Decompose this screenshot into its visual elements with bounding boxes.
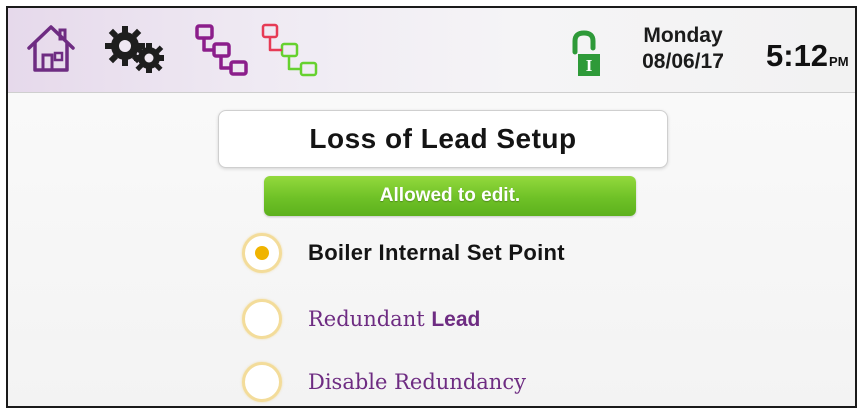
option-label: Redundant Lead bbox=[308, 307, 480, 332]
option-label-part: Lead bbox=[431, 307, 481, 331]
home-icon[interactable] bbox=[26, 22, 76, 74]
network-icon[interactable] bbox=[194, 22, 252, 78]
ampm-label: PM bbox=[829, 54, 849, 69]
clock: 5:12PM bbox=[766, 38, 849, 74]
radio-dot bbox=[255, 246, 269, 260]
option-label: Disable Redundancy bbox=[308, 370, 526, 394]
top-bar: I Monday 08/06/17 5:12PM bbox=[8, 8, 855, 93]
day-label: Monday bbox=[643, 24, 723, 47]
edit-status-banner: Allowed to edit. bbox=[264, 176, 636, 216]
screen-frame: I Monday 08/06/17 5:12PM Loss of Lead Se… bbox=[6, 6, 857, 408]
gear-icon[interactable] bbox=[105, 24, 183, 74]
page-title: Loss of Lead Setup bbox=[218, 110, 668, 168]
network-icon[interactable] bbox=[260, 22, 322, 80]
option-label: Boiler Internal Set Point bbox=[308, 240, 565, 265]
date-display: Monday 08/06/17 bbox=[628, 24, 738, 74]
option-boiler-internal-set-point[interactable]: Boiler Internal Set Point bbox=[242, 230, 565, 276]
option-disable-redundancy[interactable]: Disable Redundancy bbox=[242, 359, 526, 405]
lock-badge: I bbox=[586, 56, 593, 75]
radio-button[interactable] bbox=[242, 362, 282, 402]
radio-button-selected[interactable] bbox=[242, 233, 282, 273]
date-label: 08/06/17 bbox=[642, 50, 724, 73]
lock-icon[interactable]: I bbox=[568, 30, 602, 78]
option-redundant-lead[interactable]: Redundant Lead bbox=[242, 296, 480, 342]
option-label-part: Redundant bbox=[308, 306, 425, 331]
time-label: 5:12 bbox=[766, 38, 829, 73]
radio-button[interactable] bbox=[242, 299, 282, 339]
lock-shape: I bbox=[572, 30, 600, 76]
